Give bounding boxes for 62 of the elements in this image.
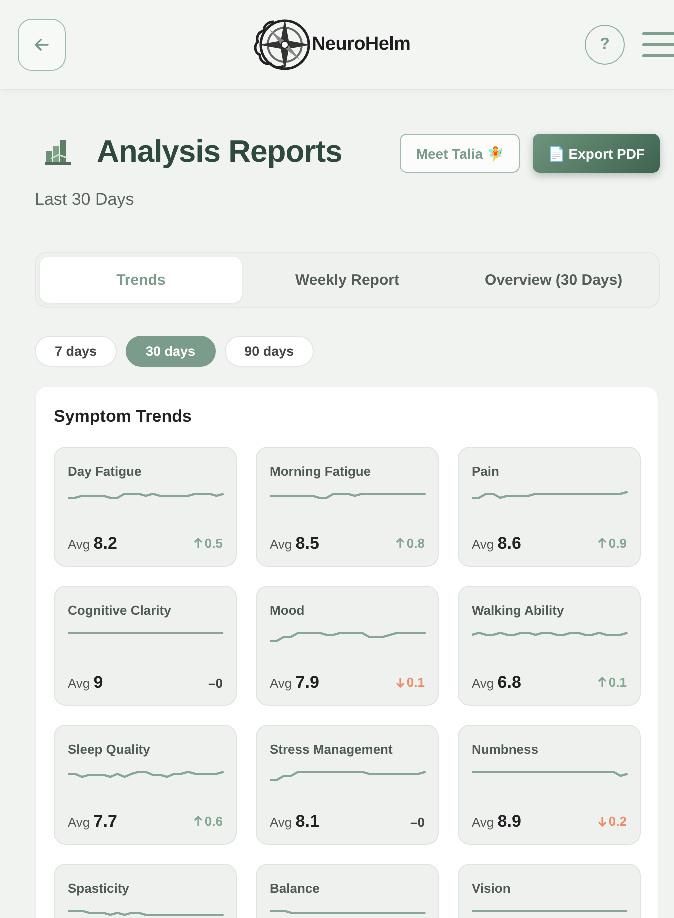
- change-value: 0.8: [396, 536, 425, 551]
- symptom-name: Balance: [270, 881, 321, 896]
- symptom-name: Stress Management: [270, 742, 394, 757]
- symptom-name: Cognitive Clarity: [68, 603, 172, 618]
- symptom-name: Vision: [472, 881, 512, 896]
- symptom-name: Walking Ability: [472, 603, 566, 618]
- symptom-card[interactable]: Balance: [256, 864, 439, 918]
- symptom-card[interactable]: Walking Ability Avg 6.8 0.1: [458, 586, 641, 706]
- symptom-card[interactable]: Vision: [458, 864, 641, 918]
- average-value: Avg 7.9: [270, 673, 320, 693]
- period-chip[interactable]: 7 days: [35, 336, 118, 367]
- average-value: Avg 6.8: [472, 673, 522, 693]
- symptom-card[interactable]: Morning Fatigue Avg 8.5 0.8: [256, 447, 439, 567]
- brand-name: NeuroHelm: [312, 34, 411, 56]
- change-value: 0.9: [598, 536, 627, 551]
- symptom-card[interactable]: Cognitive Clarity Avg 9 –0: [54, 586, 237, 706]
- page-title: Analysis Reports: [97, 134, 342, 170]
- symptom-name: Sleep Quality: [68, 742, 152, 757]
- symptom-name: Numbness: [472, 742, 540, 757]
- symptom-name: Morning Fatigue: [270, 464, 372, 479]
- change-value: 0.5: [194, 536, 223, 551]
- symptom-card[interactable]: Spasticity: [54, 864, 237, 918]
- bar-chart-icon: [43, 137, 73, 167]
- change-value: –0: [410, 815, 425, 830]
- symptom-card[interactable]: Stress Management Avg 8.1 –0: [256, 725, 439, 845]
- back-arrow-icon: [35, 38, 49, 50]
- change-value: 0.6: [194, 814, 223, 829]
- average-value: Avg 8.1: [270, 812, 320, 832]
- section-title: Symptom Trends: [54, 407, 193, 427]
- symptom-card[interactable]: Day Fatigue Avg 8.2 0.5: [54, 447, 237, 567]
- average-value: Avg 8.5: [270, 534, 320, 554]
- change-value: 0.1: [396, 675, 425, 690]
- down-arrow-icon: [598, 816, 607, 827]
- symptom-name: Mood: [270, 603, 306, 618]
- symptom-card[interactable]: Mood Avg 7.9 0.1: [256, 586, 439, 706]
- menu-icon[interactable]: [642, 32, 674, 58]
- change-value: 0.2: [598, 814, 627, 829]
- down-arrow-icon: [396, 677, 405, 688]
- up-arrow-icon: [194, 816, 203, 827]
- up-arrow-icon: [396, 538, 405, 549]
- average-value: Avg 8.2: [68, 534, 118, 554]
- tab[interactable]: Overview (30 Days): [452, 257, 655, 303]
- average-value: Avg 8.6: [472, 534, 522, 554]
- up-arrow-icon: [598, 538, 607, 549]
- symptom-card[interactable]: Sleep Quality Avg 7.7 0.6: [54, 725, 237, 845]
- up-arrow-icon: [194, 538, 203, 549]
- symptom-name: Pain: [472, 464, 500, 479]
- average-value: Avg 8.9: [472, 812, 522, 832]
- up-arrow-icon: [598, 677, 607, 688]
- back-button[interactable]: [18, 18, 66, 70]
- average-value: Avg 9: [68, 673, 104, 693]
- average-value: Avg 7.7: [68, 812, 118, 832]
- date-range-subtitle: Last 30 Days: [35, 190, 136, 210]
- symptom-name: Day Fatigue: [68, 464, 143, 479]
- change-value: 0.1: [598, 675, 627, 690]
- change-value: –0: [208, 676, 223, 691]
- symptom-card[interactable]: Numbness Avg 8.9 0.2: [458, 725, 641, 845]
- symptom-name: Spasticity: [68, 881, 130, 896]
- symptom-card[interactable]: Pain Avg 8.6 0.9: [458, 447, 641, 567]
- period-chip[interactable]: 90 days: [224, 336, 314, 367]
- tab[interactable]: Weekly Report: [246, 257, 449, 303]
- export-pdf-button[interactable]: 📄 Export PDF: [532, 134, 660, 173]
